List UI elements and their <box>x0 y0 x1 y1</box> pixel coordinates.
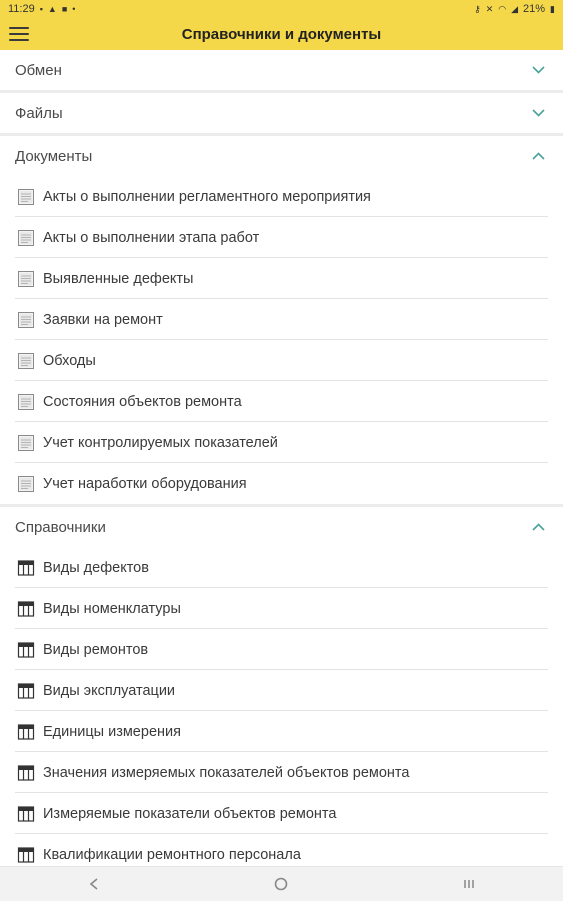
list-item[interactable]: Виды эксплуатации <box>0 670 563 711</box>
hamburger-menu-icon[interactable] <box>9 18 41 50</box>
back-nav-icon[interactable] <box>74 869 114 899</box>
catalog-table-icon <box>16 763 36 783</box>
status-time: 11:29 <box>8 3 35 15</box>
list-item-label: Виды дефектов <box>43 559 149 576</box>
catalog-table-icon <box>16 599 36 619</box>
list-item[interactable]: Выявленные дефекты <box>0 258 563 299</box>
list-item[interactable]: Акты о выполнении этапа работ <box>0 217 563 258</box>
list-item-label: Учет контролируемых показателей <box>43 434 278 451</box>
page-title: Справочники и документы <box>181 25 382 43</box>
document-icon <box>16 228 36 248</box>
status-bar-left: 11:29 ▪ ▲ ■ • <box>8 3 75 15</box>
section-2-header[interactable]: Документы <box>0 136 563 176</box>
content-list[interactable]: Обмен Файлы Документы Акты о выполнении рег… <box>0 50 563 866</box>
section-title: Справочники <box>15 518 106 536</box>
section-1-header[interactable]: Файлы <box>0 93 563 133</box>
list-item-label: Заявки на ремонт <box>43 311 163 328</box>
section-title: Обмен <box>15 61 62 79</box>
recents-nav-icon[interactable] <box>449 869 489 899</box>
list-item-label: Состояния объектов ремонта <box>43 393 242 410</box>
section-title: Документы <box>15 147 93 165</box>
document-icon <box>16 187 36 207</box>
image-notification-icon: ▲ <box>47 3 57 14</box>
list-item[interactable]: Единицы измерения <box>0 711 563 752</box>
list-item[interactable]: Измеряемые показатели объектов ремонта <box>0 793 563 834</box>
navigation-bar <box>0 866 563 901</box>
list-item-label: Обходы <box>43 352 96 369</box>
list-item[interactable]: Значения измеряемых показателей объектов… <box>0 752 563 793</box>
wifi-icon: ◠ <box>498 3 507 14</box>
mute-icon: ✕ <box>485 3 494 14</box>
section-0-header[interactable]: Обмен <box>0 50 563 90</box>
list-item[interactable]: Состояния объектов ремонта <box>0 381 563 422</box>
home-nav-icon[interactable] <box>261 869 301 899</box>
catalog-table-icon <box>16 681 36 701</box>
catalog-table-icon <box>16 722 36 742</box>
battery-icon: ▮ <box>550 3 555 14</box>
notification-icon: ▪ <box>39 3 43 14</box>
list-item[interactable]: Виды дефектов <box>0 547 563 588</box>
list-item[interactable]: Заявки на ремонт <box>0 299 563 340</box>
catalog-table-icon <box>16 845 36 865</box>
document-icon <box>16 433 36 453</box>
list-item[interactable]: Обходы <box>0 340 563 381</box>
chevron-up-icon[interactable] <box>531 149 545 163</box>
battery-percent: 21% <box>523 3 546 15</box>
catalog-table-icon <box>16 640 36 660</box>
document-icon <box>16 310 36 330</box>
signal-icon: ◢ <box>511 3 519 14</box>
list-item-label: Учет наработки оборудования <box>43 475 247 492</box>
list-item[interactable]: Виды номенклатуры <box>0 588 563 629</box>
document-icon <box>16 392 36 412</box>
folder-notification-icon: ■ <box>61 3 68 14</box>
list-item[interactable]: Учет наработки оборудования <box>0 463 563 504</box>
list-item[interactable]: Виды ремонтов <box>0 629 563 670</box>
list-item-label: Измеряемые показатели объектов ремонта <box>43 805 337 822</box>
list-item-label: Виды эксплуатации <box>43 682 176 699</box>
list-item[interactable]: Квалификации ремонтного персонала <box>0 834 563 866</box>
chevron-down-icon[interactable] <box>531 106 545 120</box>
section-3-header[interactable]: Справочники <box>0 507 563 547</box>
catalog-table-icon <box>16 558 36 578</box>
document-icon <box>16 269 36 289</box>
list-item-label: Квалификации ремонтного персонала <box>43 846 301 863</box>
list-item-label: Виды номенклатуры <box>43 600 181 617</box>
chevron-down-icon[interactable] <box>531 63 545 77</box>
status-bar-right: ⚷ ✕ ◠ ◢ 21% ▮ <box>474 3 555 15</box>
document-icon <box>16 351 36 371</box>
document-icon <box>16 474 36 494</box>
list-item[interactable]: Акты о выполнении регламентного мероприя… <box>0 176 563 217</box>
status-bar: 11:29 ▪ ▲ ■ • ⚷ ✕ ◠ ◢ 21% ▮ <box>0 0 563 18</box>
catalog-table-icon <box>16 804 36 824</box>
list-item-label: Выявленные дефекты <box>43 270 194 287</box>
list-item-label: Значения измеряемых показателей объектов… <box>43 764 410 781</box>
section-title: Файлы <box>15 104 63 122</box>
list-item-label: Виды ремонтов <box>43 641 149 658</box>
list-item-label: Акты о выполнении регламентного мероприя… <box>43 188 371 205</box>
list-item-label: Акты о выполнении этапа работ <box>43 229 260 246</box>
key-icon: ⚷ <box>474 3 481 14</box>
list-item[interactable]: Учет контролируемых показателей <box>0 422 563 463</box>
list-item-label: Единицы измерения <box>43 723 181 740</box>
app-bar: Справочники и документы <box>0 18 563 50</box>
chevron-up-icon[interactable] <box>531 520 545 534</box>
dot-notification-icon: • <box>72 3 76 14</box>
